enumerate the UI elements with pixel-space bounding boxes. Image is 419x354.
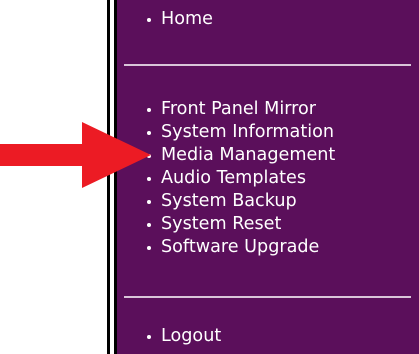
menu-item-label: Front Panel Mirror bbox=[161, 99, 316, 119]
menu-item-audio-templates[interactable]: Audio Templates bbox=[141, 167, 335, 190]
bullet-icon bbox=[147, 107, 151, 112]
menu-item-system-information[interactable]: System Information bbox=[141, 121, 335, 144]
bullet-icon bbox=[147, 245, 151, 250]
menu-divider-bottom bbox=[124, 296, 411, 298]
menu-item-label: System Information bbox=[161, 122, 335, 142]
menu-divider-top bbox=[124, 64, 411, 66]
menu-item-media-management[interactable]: Media Management bbox=[141, 144, 335, 167]
menu-home-group: Home bbox=[141, 8, 213, 31]
bullet-icon bbox=[147, 17, 151, 22]
menu-item-label: System Backup bbox=[161, 191, 297, 211]
menu-item-logout[interactable]: Logout bbox=[141, 325, 221, 348]
menu-tools-group: Front Panel Mirror System Information Me… bbox=[141, 98, 335, 259]
menu-item-label: System Reset bbox=[161, 214, 282, 234]
menu-item-label: Logout bbox=[161, 326, 222, 346]
menu-logout-group: Logout bbox=[141, 325, 221, 348]
menu-item-system-backup[interactable]: System Backup bbox=[141, 190, 335, 213]
menu-item-label: Media Management bbox=[161, 145, 336, 165]
red-arrow-icon bbox=[0, 122, 151, 188]
bullet-icon bbox=[147, 334, 151, 339]
menu-item-home[interactable]: Home bbox=[141, 8, 213, 31]
bullet-icon bbox=[147, 199, 151, 204]
menu-item-label: Audio Templates bbox=[161, 168, 307, 188]
menu-item-front-panel-mirror[interactable]: Front Panel Mirror bbox=[141, 98, 335, 121]
bullet-icon bbox=[147, 222, 151, 227]
menu-item-label: Software Upgrade bbox=[161, 237, 320, 257]
menu-item-label: Home bbox=[161, 9, 213, 29]
menu-item-system-reset[interactable]: System Reset bbox=[141, 213, 335, 236]
menu-item-software-upgrade[interactable]: Software Upgrade bbox=[141, 236, 335, 259]
